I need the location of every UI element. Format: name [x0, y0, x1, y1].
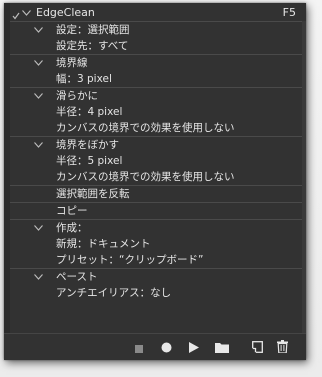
chevron-down-icon[interactable] — [34, 142, 43, 148]
chevron-down-icon[interactable] — [34, 225, 43, 231]
step-label: 滑らかに — [56, 90, 98, 102]
step-detail-text: 半径：5 pixel — [56, 155, 123, 167]
step-detail: 設定先：すべて — [4, 38, 306, 54]
stop-icon — [135, 338, 143, 357]
play-button[interactable] — [187, 341, 201, 354]
chevron-down-icon[interactable] — [34, 27, 43, 33]
step-label: 選択範囲を反転 — [56, 188, 130, 200]
new-set-button[interactable] — [214, 341, 230, 354]
step-detail-text: 幅：3 pixel — [56, 73, 112, 85]
step-detail: 半径：5 pixel — [4, 153, 306, 169]
folder-icon — [215, 338, 229, 357]
actions-panel: EdgeClean F5 設定：選択範囲 設定先：すべて 境界線幅：3 pixel 滑… — [4, 3, 306, 360]
step-detail: 幅：3 pixel — [4, 71, 306, 87]
delete-button[interactable] — [275, 338, 289, 357]
action-set-title: EdgeClean — [36, 6, 95, 19]
step-label: 設定：選択範囲 — [56, 24, 130, 36]
step-detail-text: プリセット：“クリップボード” — [56, 254, 204, 266]
panel-toolbar — [4, 333, 306, 360]
stop-button[interactable] — [132, 341, 146, 354]
shortcut-key: F5 — [282, 6, 296, 19]
chevron-down-icon[interactable] — [22, 10, 31, 16]
chevron-down-icon[interactable] — [34, 274, 43, 280]
step-detail: 新規：ドキュメント — [4, 236, 306, 252]
step-detail-text: 新規：ドキュメント — [56, 238, 151, 250]
action-step[interactable]: 境界をぼかす — [4, 137, 306, 153]
step-detail-text: 設定先：すべて — [56, 40, 129, 52]
step-label: 境界線 — [56, 57, 88, 69]
step-label: 境界をぼかす — [56, 139, 119, 151]
step-detail-text: カンバスの境界での効果を使用しない — [56, 122, 235, 134]
trash-icon — [276, 338, 288, 357]
action-step[interactable]: 滑らかに — [4, 88, 306, 104]
step-label: ペースト — [56, 271, 98, 283]
action-set-header[interactable]: EdgeClean F5 — [4, 5, 306, 21]
action-step[interactable]: 境界線 — [4, 55, 306, 71]
step-detail: アンチエイリアス：なし — [4, 285, 306, 301]
new-item-icon — [251, 338, 263, 357]
step-detail-text: アンチエイリアス：なし — [56, 287, 172, 299]
step-detail: 半径：4 pixel — [4, 104, 306, 120]
step-detail: カンバスの境界での効果を使用しない — [4, 120, 306, 136]
checkmark-icon[interactable] — [12, 9, 21, 20]
record-icon — [161, 338, 172, 357]
action-step[interactable]: 選択範囲を反転 — [4, 186, 306, 202]
action-step[interactable]: コピー — [4, 203, 306, 219]
new-action-button[interactable] — [250, 341, 264, 354]
chevron-down-icon[interactable] — [34, 60, 43, 66]
action-step[interactable]: 設定：選択範囲 — [4, 22, 306, 38]
step-detail: プリセット：“クリップボード” — [4, 252, 306, 268]
scrollbar-track[interactable] — [302, 21, 306, 333]
step-label: 作成： — [56, 222, 88, 234]
action-step[interactable]: 作成： — [4, 220, 306, 236]
step-detail-text: 半径：4 pixel — [56, 106, 123, 118]
step-detail-text: カンバスの境界での効果を使用しない — [56, 171, 235, 183]
play-icon — [189, 338, 199, 357]
step-detail: カンバスの境界での効果を使用しない — [4, 169, 306, 185]
action-step[interactable]: ペースト — [4, 269, 306, 285]
record-button[interactable] — [159, 341, 173, 354]
step-label: コピー — [56, 205, 88, 217]
chevron-down-icon[interactable] — [34, 93, 43, 99]
